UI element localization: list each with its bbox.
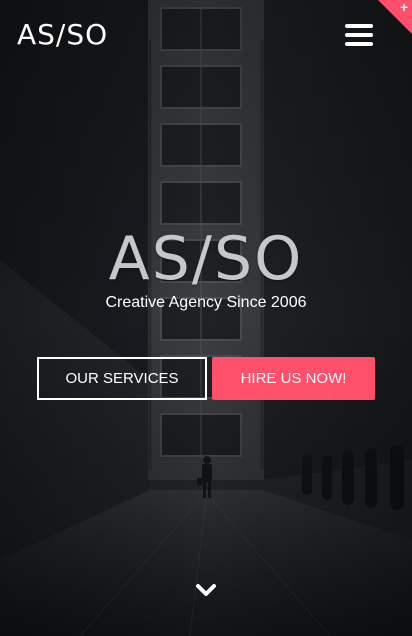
brand-logo[interactable]: AS/SO xyxy=(17,18,108,51)
hero-section xyxy=(0,0,412,636)
top-navigation-bar: AS/SO xyxy=(0,0,412,70)
our-services-button[interactable]: OUR SERVICES xyxy=(37,357,207,400)
plus-icon[interactable]: + xyxy=(400,0,408,14)
hire-us-button[interactable]: HIRE US NOW! xyxy=(212,357,375,400)
hero-background-image xyxy=(0,0,412,636)
hero-title: AS/SO xyxy=(108,224,304,294)
chevron-down-icon[interactable] xyxy=(194,580,218,600)
hamburger-menu-icon[interactable] xyxy=(345,24,373,46)
hero-subtitle: Creative Agency Since 2006 xyxy=(105,294,307,311)
